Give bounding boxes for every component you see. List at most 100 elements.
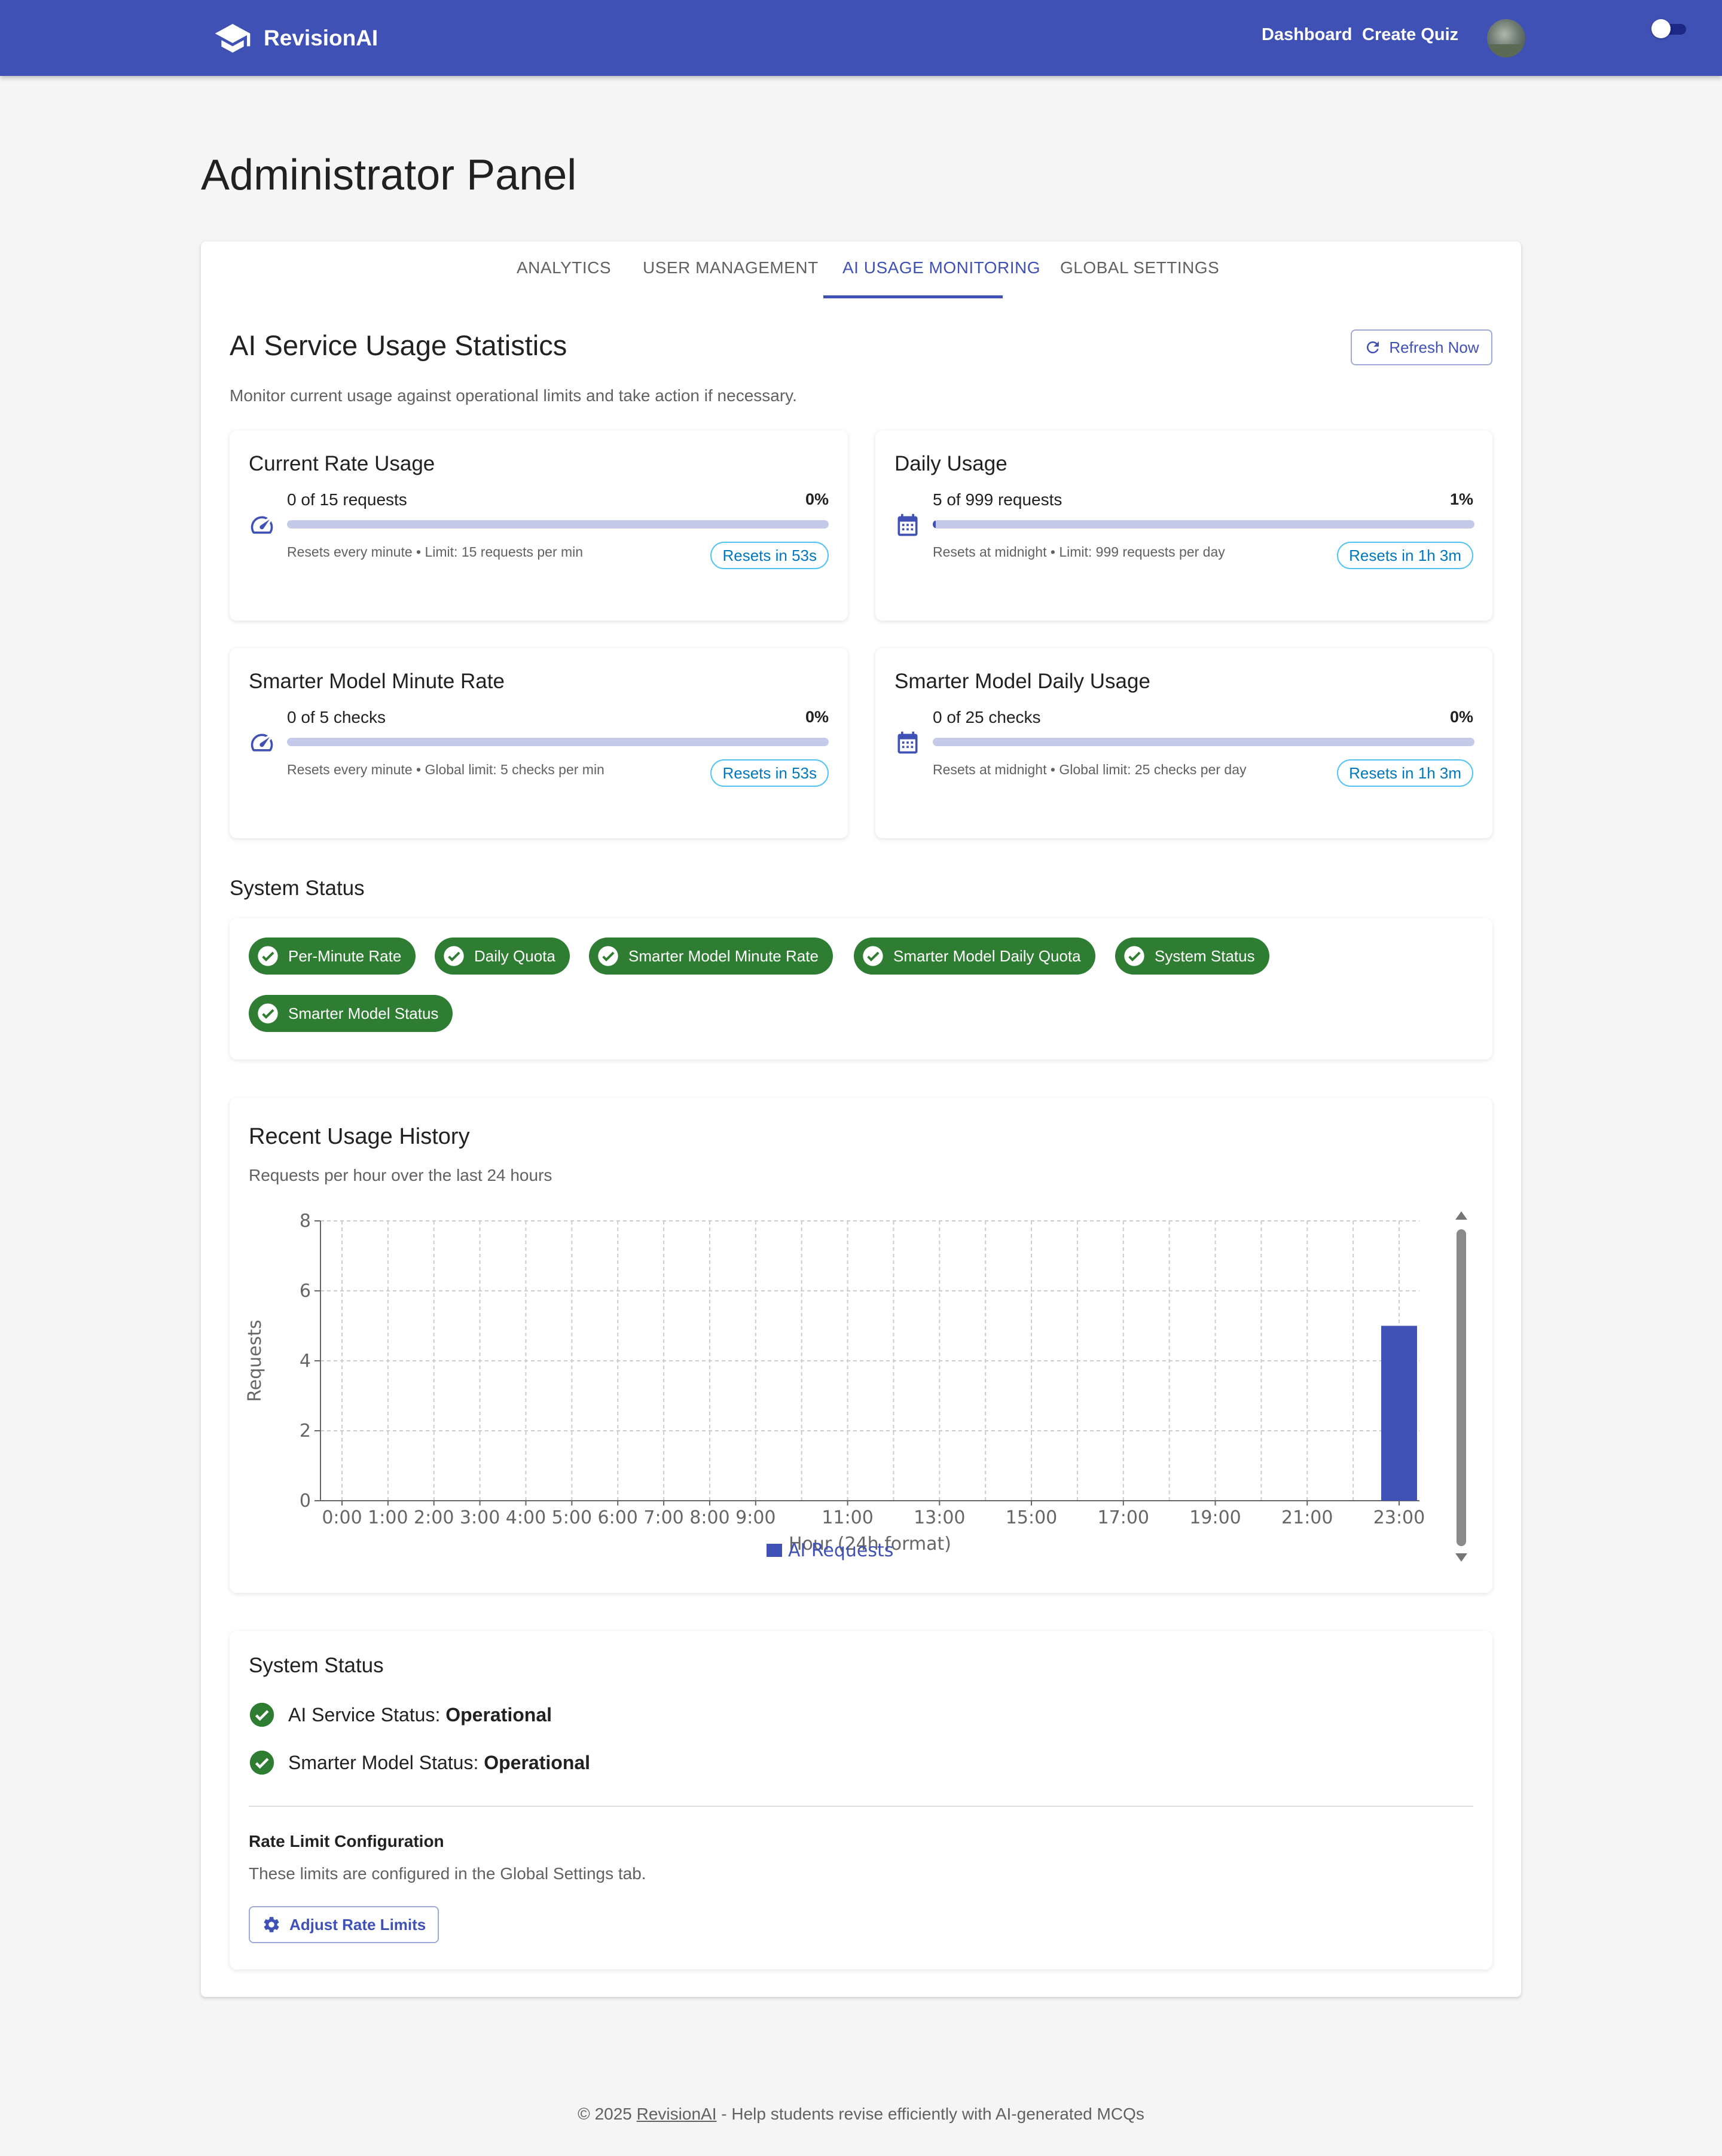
usage-note: Resets every minute • Limit: 15 requests… [287, 544, 584, 560]
y-tick-label: 2 [300, 1421, 311, 1442]
chip-label: Per-Minute Rate [288, 946, 402, 965]
tab-analytics[interactable]: ANALYTICS [517, 258, 611, 277]
tab-user-management[interactable]: USER MANAGEMENT [643, 258, 819, 277]
usage-count: 5 of 999 requests [933, 490, 1062, 509]
footer: © 2025 RevisionAI - Help students revise… [0, 2105, 1722, 2124]
x-tick-label: 6:00 [598, 1507, 638, 1528]
y-tick-label: 4 [300, 1351, 311, 1372]
speedometer-icon [251, 734, 273, 752]
scroll-up-arrow[interactable] [1455, 1211, 1467, 1220]
check-circle-icon [249, 1702, 274, 1727]
smarter-status-value: Operational [484, 1751, 591, 1773]
x-tick-label: 21:00 [1281, 1507, 1333, 1528]
calendar-icon [897, 514, 918, 536]
calendar-icon [897, 731, 918, 754]
ai-status-label: AI Service Status: Operational [288, 1703, 552, 1726]
card-title: Smarter Model Minute Rate [249, 670, 505, 693]
status-chip-daily-quota: Daily Quota [435, 937, 570, 975]
footer-link[interactable]: RevisionAI [637, 2105, 717, 2123]
y-tick-label: 6 [300, 1281, 311, 1302]
x-tick-label: 15:00 [1006, 1507, 1057, 1528]
usage-note: Resets at midnight • Global limit: 25 ch… [933, 762, 1247, 777]
status-chip-smarter-model-status: Smarter Model Status [249, 995, 453, 1032]
current-rate-usage-card: Current Rate Usage 0 of 15 requests 0% R… [230, 430, 848, 621]
page-title: Administrator Panel [201, 151, 577, 199]
footer-tagline: - Help students revise efficiently with … [716, 2105, 1144, 2123]
x-tick-label: 2:00 [414, 1507, 454, 1528]
x-tick-label: 23:00 [1373, 1507, 1425, 1528]
x-tick-label: 8:00 [689, 1507, 729, 1528]
system-status-card: System Status AI Service Status: Operati… [230, 1631, 1492, 1969]
chart-scrollbar[interactable] [1457, 1229, 1466, 1546]
daily-usage-card: Daily Usage 5 of 999 requests 1% Resets … [875, 430, 1492, 621]
x-tick-label: 4:00 [506, 1507, 546, 1528]
usage-note: Resets at midnight • Limit: 999 requests… [933, 544, 1225, 560]
refresh-now-button[interactable]: Refresh Now [1351, 329, 1492, 365]
y-tick-label: 0 [300, 1491, 311, 1511]
check-circle-icon [258, 946, 278, 966]
usage-progress-bar [287, 520, 829, 529]
divider [249, 1806, 1473, 1807]
avatar[interactable] [1487, 19, 1525, 57]
adjust-rate-limits-button[interactable]: Adjust Rate Limits [249, 1906, 439, 1943]
ai-service-status: AI Service Status: Operational [249, 1702, 552, 1728]
status-chip-box: Per-Minute Rate Daily Quota Smarter Mode… [230, 918, 1492, 1059]
usage-history-card: Recent Usage History Requests per hour o… [230, 1098, 1492, 1593]
theme-toggle[interactable] [1651, 19, 1686, 38]
brand[interactable]: RevisionAI [213, 19, 378, 57]
legend-label: AI Requests [788, 1540, 893, 1561]
chip-label: Smarter Model Status [288, 1004, 439, 1022]
scroll-down-arrow[interactable] [1455, 1553, 1467, 1562]
check-circle-icon [249, 1750, 274, 1775]
usage-count: 0 of 5 checks [287, 708, 386, 726]
rate-limit-config-text: These limits are configured in the Globa… [249, 1864, 646, 1883]
reset-timer-chip: Resets in 53s [710, 759, 829, 787]
usage-count: 0 of 25 checks [933, 708, 1041, 726]
x-tick-label: 13:00 [914, 1507, 965, 1528]
x-tick-label: 1:00 [368, 1507, 408, 1528]
system-status-title: System Status [249, 1654, 384, 1677]
check-circle-icon [863, 946, 883, 966]
x-tick-label: 3:00 [460, 1507, 500, 1528]
admin-panel: ANALYTICS USER MANAGEMENT AI USAGE MONIT… [201, 242, 1521, 1997]
usage-percent: 1% [1449, 490, 1473, 508]
refresh-icon [1367, 341, 1379, 353]
ai-status-value: Operational [445, 1703, 552, 1726]
x-tick-label: 9:00 [735, 1507, 775, 1528]
card-title: Smarter Model Daily Usage [894, 670, 1150, 693]
gear-icon [264, 1917, 279, 1932]
status-chip-per-minute-rate: Per-Minute Rate [249, 937, 416, 975]
card-title: Current Rate Usage [249, 452, 435, 475]
bar-ai-requests [1381, 1326, 1417, 1501]
status-chip-system-status: System Status [1115, 937, 1269, 975]
toggle-thumb [1651, 19, 1671, 38]
rate-limit-config-title: Rate Limit Configuration [249, 1832, 444, 1850]
speedometer-icon [251, 516, 273, 534]
tab-ai-usage-monitoring[interactable]: AI USAGE MONITORING [842, 258, 1040, 277]
card-title: Daily Usage [894, 452, 1007, 475]
graduation-cap-icon [215, 24, 251, 53]
chip-label: System Status [1155, 946, 1255, 965]
smarter-model-minute-rate-card: Smarter Model Minute Rate 0 of 5 checks … [230, 648, 848, 838]
tab-global-settings[interactable]: GLOBAL SETTINGS [1060, 258, 1219, 277]
reset-timer-chip: Resets in 1h 3m [1337, 759, 1473, 787]
reset-timer-chip: Resets in 1h 3m [1337, 542, 1473, 569]
tab-indicator [823, 295, 1003, 298]
smarter-model-status: Smarter Model Status: Operational [249, 1749, 590, 1776]
x-tick-label: 5:00 [552, 1507, 592, 1528]
x-tick-label: 0:00 [322, 1507, 362, 1528]
check-circle-icon [444, 946, 464, 966]
refresh-now-label: Refresh Now [1389, 338, 1479, 356]
system-status-heading: System Status [230, 877, 365, 900]
chip-label: Smarter Model Daily Quota [893, 946, 1081, 965]
check-circle-icon [1124, 946, 1144, 966]
check-circle-icon [598, 946, 618, 966]
usage-percent: 0% [805, 708, 829, 726]
usage-progress-bar [933, 520, 1474, 529]
usage-stats-title: AI Service Usage Statistics [230, 329, 567, 361]
nav-dashboard[interactable]: Dashboard [1262, 25, 1352, 45]
nav-create-quiz[interactable]: Create Quiz [1362, 25, 1458, 45]
smarter-status-label: Smarter Model Status: Operational [288, 1751, 591, 1773]
chip-label: Daily Quota [474, 946, 555, 965]
x-tick-label: 17:00 [1098, 1507, 1149, 1528]
